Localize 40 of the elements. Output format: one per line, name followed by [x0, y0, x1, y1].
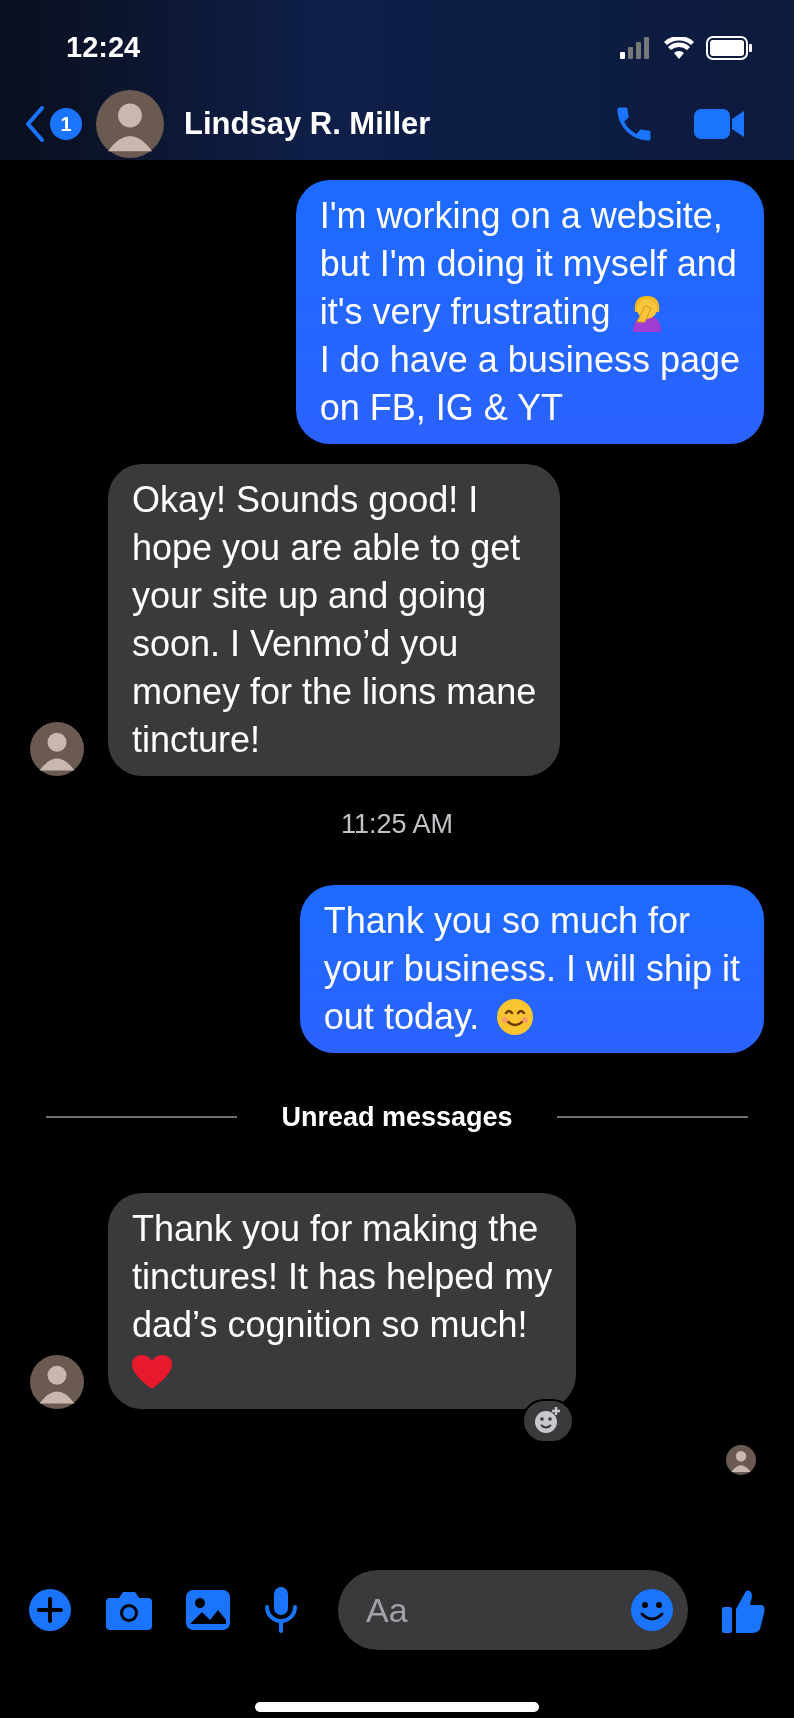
microphone-icon[interactable]	[264, 1587, 298, 1633]
contact-name[interactable]: Lindsay R. Miller	[184, 100, 612, 148]
timestamp: 11:25 AM	[340, 808, 454, 841]
message-text: your business. I will ship it	[323, 946, 740, 991]
message-text: out today.	[323, 994, 480, 1039]
message-text: soon. I Venmo’d you	[132, 622, 459, 666]
battery-icon	[706, 36, 754, 60]
read-receipt-avatar-icon	[726, 1445, 756, 1475]
message-text: Okay! Sounds good! I	[132, 478, 479, 522]
message-text: hope you are able to get	[132, 526, 521, 570]
message-input-field[interactable]: Aa	[338, 1570, 688, 1650]
add-icon[interactable]	[28, 1588, 72, 1632]
video-call-icon[interactable]	[694, 107, 746, 141]
message-text: I'm working on a website,	[319, 194, 723, 238]
smiling-emoji-icon	[495, 996, 536, 1037]
message-text: tinctures! It has helped my	[132, 1255, 553, 1299]
avatar-icon[interactable]	[96, 90, 164, 158]
status-time: 12:24	[66, 30, 141, 66]
heart-emoji-icon	[132, 1355, 172, 1391]
image-icon[interactable]	[186, 1590, 230, 1630]
back-chevron-icon[interactable]	[24, 105, 46, 143]
message-text: I do have a business page	[319, 338, 740, 382]
unread-divider-label: Unread messages	[281, 1100, 513, 1134]
signal-icon	[620, 37, 652, 59]
message-text: tincture!	[132, 718, 261, 762]
back-button[interactable]: 1	[24, 105, 82, 143]
avatar-icon[interactable]	[30, 1355, 84, 1409]
message-text: Thank you so much for	[323, 898, 690, 943]
message-text: on FB, IG & YT	[319, 386, 564, 430]
message-text: dad’s cognition so much!	[132, 1303, 528, 1347]
message-text: Thank you for making the	[132, 1207, 539, 1251]
unread-badge: 1	[50, 108, 82, 140]
message-text: it's very frustrating	[319, 290, 611, 334]
message-text: but I'm doing it myself and	[319, 242, 737, 286]
camera-icon[interactable]	[106, 1590, 152, 1630]
message-text: money for the lions mane	[132, 670, 537, 714]
emoji-icon[interactable]	[630, 1588, 674, 1632]
avatar-icon[interactable]	[30, 722, 84, 776]
message-text: your site up and going	[132, 574, 487, 618]
wifi-icon	[664, 37, 694, 59]
